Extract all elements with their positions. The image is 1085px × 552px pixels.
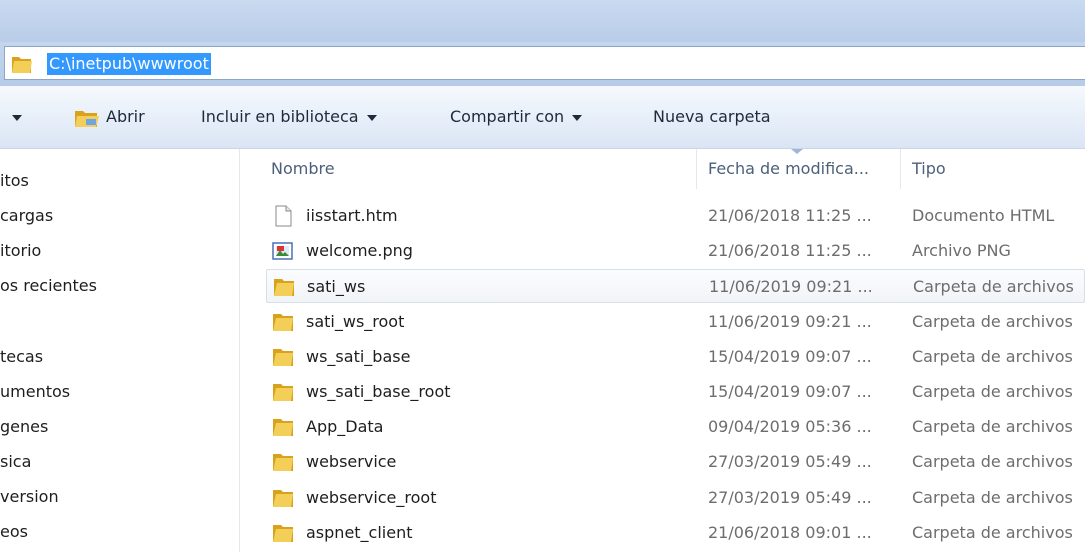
file-type: Carpeta de archivos [912,487,1073,507]
address-bar[interactable]: C:\inetpub\wwwroot [4,46,1085,80]
file-date: 09/04/2019 05:36 ... [708,417,872,437]
file-name: webservice_root [306,487,437,507]
nav-item[interactable]: itorio [0,239,41,263]
folder-icon [12,57,32,73]
file-row[interactable]: ws_sati_base 15/04/2019 09:07 ... Carpeta … [266,340,1085,374]
file-date: 11/06/2019 09:21 ... [708,311,872,331]
document-icon [275,205,292,227]
file-date: 21/06/2018 09:01 ... [708,522,872,542]
open-folder-icon [75,110,99,127]
file-type: Carpeta de archivos [912,522,1073,542]
file-list: Nombre Fecha de modifica... Tipo iisstar… [240,149,1085,552]
folder-icon [273,348,293,366]
include-label: Incluir en biblioteca [201,107,359,126]
nav-item[interactable]: eos [0,520,28,544]
file-date: 15/04/2019 09:07 ... [708,382,872,401]
command-bar: Abrir Incluir en biblioteca Compartir co… [0,86,1085,149]
open-button[interactable]: Abrir [74,104,145,130]
column-header-type[interactable]: Tipo [912,149,946,189]
file-date: 15/04/2019 09:07 ... [708,346,872,366]
file-type: Documento HTML [912,206,1055,225]
file-name: iisstart.htm [306,206,398,225]
file-name: sati_ws [307,277,366,297]
file-type: Carpeta de archivos [913,277,1074,297]
nav-item[interactable]: itos [0,169,29,193]
file-row[interactable]: webservice_root 27/03/2019 05:49 ... Carpe… [266,481,1085,515]
nav-item[interactable]: umentos [0,380,70,404]
file-row[interactable]: iisstart.htm 21/06/2018 11:25 ... Document… [266,199,1085,233]
file-row[interactable]: ws_sati_base_root 15/04/2019 09:07 ... Car… [266,375,1085,409]
file-type: Carpeta de archivos [912,346,1073,366]
file-row[interactable]: aspnet_client 21/06/2018 09:01 ... Carpeta… [266,516,1085,550]
file-type: Carpeta de archivos [912,382,1073,401]
include-library-dropdown[interactable]: Incluir en biblioteca [201,104,377,130]
column-header-name[interactable]: Nombre [271,149,335,189]
column-divider[interactable] [696,149,697,189]
file-date: 11/06/2019 09:21 ... [709,277,873,297]
new-folder-label: Nueva carpeta [653,107,771,126]
nav-item[interactable]: tecas [0,345,43,369]
nav-item[interactable]: version [0,485,59,509]
share-with-dropdown[interactable]: Compartir con [450,104,583,130]
column-header-date[interactable]: Fecha de modifica... [708,149,869,189]
file-name: ws_sati_base [306,346,411,366]
file-row[interactable]: sati_ws_root 11/06/2019 09:21 ... Carpeta … [266,305,1085,339]
organize-dropdown[interactable] [2,104,22,130]
file-type: Archivo PNG [912,241,1011,261]
address-bar-area: C:\inetpub\wwwroot [0,42,1085,86]
file-name: ws_sati_base_root [306,382,451,401]
new-folder-button[interactable]: Nueva carpeta [653,104,771,130]
file-name: webservice [306,452,397,472]
file-date: 21/06/2018 11:25 ... [708,241,872,261]
file-row[interactable]: webservice 27/03/2019 05:49 ... Carpeta de… [266,445,1085,479]
folder-icon [273,524,293,542]
file-name: welcome.png [306,241,413,261]
folder-icon [273,454,293,472]
folder-icon [273,313,293,331]
window-title-bar [0,0,1085,42]
column-divider[interactable] [900,149,901,189]
nav-item[interactable]: os recientes [0,274,97,298]
nav-item[interactable]: cargas [0,204,53,228]
address-path[interactable]: C:\inetpub\wwwroot [47,53,211,75]
open-label: Abrir [106,107,145,126]
file-row[interactable]: App_Data 09/04/2019 05:36 ... Carpeta de a… [266,410,1085,444]
file-type: Carpeta de archivos [912,452,1073,472]
navigation-pane: itos cargas itorio os recientes tecas um… [0,149,240,552]
file-date: 27/03/2019 05:49 ... [708,452,872,472]
file-type: Carpeta de archivos [912,311,1073,331]
file-row[interactable]: welcome.png 21/06/2018 11:25 ... Archivo P… [266,234,1085,268]
image-icon [272,242,293,260]
file-name: sati_ws_root [306,311,405,331]
nav-item[interactable]: genes [0,415,48,439]
file-name: aspnet_client [306,522,413,542]
file-type: Carpeta de archivos [912,417,1073,437]
folder-icon [273,419,293,437]
share-label: Compartir con [450,107,565,126]
file-row[interactable]: sati_ws 11/06/2019 09:21 ... Carpeta de ar… [266,269,1085,304]
file-date: 27/03/2019 05:49 ... [708,487,872,507]
folder-icon [274,279,294,297]
chevron-down-icon [12,114,22,121]
file-name: App_Data [306,417,384,437]
folder-icon [273,489,293,507]
folder-icon [273,384,293,401]
file-date: 21/06/2018 11:25 ... [708,206,872,225]
chevron-down-icon [572,114,583,121]
nav-item[interactable]: sica [0,450,31,474]
chevron-down-icon [366,114,377,121]
